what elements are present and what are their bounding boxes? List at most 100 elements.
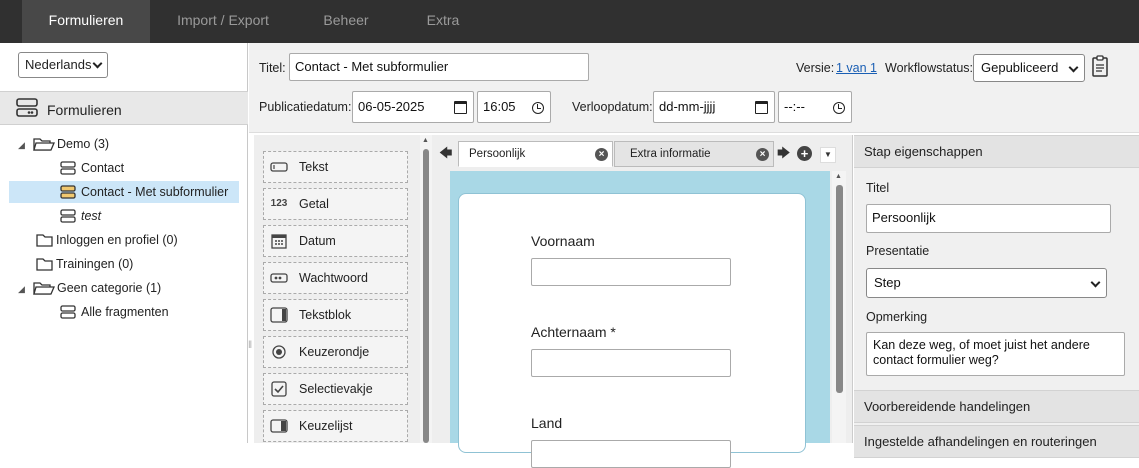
field-input-voornaam[interactable] <box>531 258 731 286</box>
tab-scroll-right-icon[interactable]: 🡆 <box>777 144 790 166</box>
clock-icon[interactable] <box>833 102 845 114</box>
nav-tab-formulieren[interactable]: Formulieren <box>22 0 150 43</box>
palette-item-wachtwoord[interactable]: Wachtwoord <box>263 262 408 294</box>
palette-item-label: Getal <box>299 197 329 211</box>
sidebar-header: Formulieren <box>0 91 248 125</box>
add-tab-icon[interactable]: + <box>797 146 812 161</box>
tab-scroll-left-icon[interactable]: 🡄 <box>439 144 452 166</box>
step-title-value: Persoonlijk <box>872 210 936 225</box>
tree-item-trainingen[interactable]: Trainingen (0) <box>35 253 235 275</box>
step-title-input[interactable]: Persoonlijk <box>866 204 1111 233</box>
text-field-icon <box>270 162 288 172</box>
tree-item-label: Alle fragmenten <box>81 305 169 319</box>
language-value: Nederlands <box>25 57 92 72</box>
form-canvas: Voornaam Achternaam * Land <box>450 171 830 468</box>
language-select[interactable]: Nederlands <box>18 52 108 78</box>
tree-item-label: Geen categorie (1) <box>57 281 162 295</box>
title-input[interactable]: Contact - Met subformulier <box>289 53 589 81</box>
section-afhandelingen-routeringen[interactable]: Ingestelde afhandelingen en routeringen <box>854 425 1139 458</box>
palette-item-tekstblok[interactable]: Tekstblok <box>263 299 408 331</box>
folder-icon <box>36 258 53 271</box>
field-label-land: Land <box>531 415 563 431</box>
close-tab-icon[interactable]: × <box>595 148 608 161</box>
title-input-value: Contact - Met subformulier <box>295 59 449 74</box>
text-block-icon <box>270 307 288 323</box>
palette-item-label: Tekstblok <box>299 308 352 322</box>
tree-item-alle-fragmenten[interactable]: Alle fragmenten <box>58 301 238 323</box>
expiry-date-input[interactable]: dd-mm-jjjj <box>653 91 775 123</box>
version-label: Versie: <box>796 61 835 75</box>
tree-item-label: Inloggen en profiel (0) <box>56 233 178 247</box>
folder-icon <box>36 234 53 247</box>
form-step-card: Voornaam Achternaam * Land <box>458 193 806 468</box>
remark-textarea[interactable]: Kan deze weg, of moet juist het andere c… <box>866 332 1125 376</box>
properties-panel: Stap eigenschappen Titel Persoonlijk Pre… <box>854 135 1139 458</box>
field-input-achternaam[interactable] <box>531 349 731 377</box>
tree-item-test[interactable]: test <box>58 205 238 227</box>
palette-item-label: Selectievakje <box>299 382 373 396</box>
presentation-label: Presentatie <box>866 244 930 258</box>
nav-tab-beheer[interactable]: Beheer <box>300 0 392 43</box>
palette-item-tekst[interactable]: Tekst <box>263 151 408 183</box>
form-icon <box>60 185 76 199</box>
chevron-down-icon <box>92 58 103 69</box>
tab-persoonlijk[interactable]: Persoonlijk × <box>458 141 613 167</box>
tab-extra-informatie[interactable]: Extra informatie × <box>614 141 774 167</box>
workflow-select[interactable]: Gepubliceerd <box>973 54 1085 82</box>
publication-date-input[interactable]: 06-05-2025 <box>352 91 474 123</box>
tree-item-contact-met-subformulier[interactable]: Contact - Met subformulier <box>9 181 239 203</box>
version-link[interactable]: 1 van 1 <box>836 61 877 75</box>
field-label-achternaam: Achternaam * <box>531 324 616 340</box>
form-editor: 🡄 Persoonlijk × Extra informatie × 🡆 + ▼… <box>432 135 853 468</box>
calendar-icon[interactable] <box>755 101 768 114</box>
publication-date-label: Publicatiedatum: <box>259 100 352 114</box>
tree-item-label: Contact - Met subformulier <box>81 185 229 199</box>
properties-header[interactable]: Stap eigenschappen <box>854 135 1139 168</box>
folder-open-icon <box>33 138 55 151</box>
workflow-value: Gepubliceerd <box>981 60 1059 75</box>
expand-arrow-icon[interactable]: ◢ <box>18 284 25 295</box>
nav-tab-extra[interactable]: Extra <box>400 0 486 43</box>
publication-time-value: 16:05 <box>483 99 516 114</box>
palette-item-label: Wachtwoord <box>299 271 369 285</box>
number-icon: 123 <box>270 198 288 209</box>
field-label-voornaam: Voornaam <box>531 233 595 249</box>
radio-icon <box>272 345 286 359</box>
tree-item-label: test <box>81 209 102 223</box>
close-tab-icon[interactable]: × <box>756 148 769 161</box>
tree-item-demo[interactable]: Demo (3) <box>33 133 233 155</box>
presentation-select[interactable]: Step <box>866 268 1107 298</box>
expiry-date-label: Verloopdatum: <box>572 100 653 114</box>
publication-time-input[interactable]: 16:05 <box>477 91 551 123</box>
tree-item-label: Trainingen (0) <box>56 257 134 271</box>
form-icon <box>60 305 76 319</box>
tree-item-contact[interactable]: Contact <box>58 157 238 179</box>
tree-item-label: Contact <box>81 161 125 175</box>
section-voorbereidende-handelingen[interactable]: Voorbereidende handelingen <box>854 390 1139 423</box>
tab-label: Extra informatie <box>630 148 711 160</box>
palette-item-datum[interactable]: Datum <box>263 225 408 257</box>
title-label: Titel: <box>259 61 286 75</box>
chevron-down-icon <box>1068 62 1079 73</box>
canvas-scrollbar[interactable]: ▲ <box>832 171 846 443</box>
palette-scrollbar[interactable]: ▲ <box>420 135 432 443</box>
tree-item-inloggen[interactable]: Inloggen en profiel (0) <box>35 229 235 251</box>
expiry-time-input[interactable]: --:-- <box>778 91 852 123</box>
expand-arrow-icon[interactable]: ◢ <box>18 140 25 151</box>
palette-item-keuzerondje[interactable]: Keuzerondje <box>263 336 408 368</box>
calendar-icon[interactable] <box>454 101 467 114</box>
password-icon <box>270 273 288 283</box>
clipboard-icon[interactable] <box>1092 55 1108 77</box>
clock-icon[interactable] <box>532 102 544 114</box>
tree-item-geen-categorie[interactable]: Geen categorie (1) <box>33 277 233 299</box>
field-input-land[interactable] <box>531 440 731 468</box>
nav-tab-import-export[interactable]: Import / Export <box>160 0 286 43</box>
palette-item-selectievakje[interactable]: Selectievakje <box>263 373 408 405</box>
palette-item-label: Tekst <box>299 160 329 174</box>
tab-menu-icon[interactable]: ▼ <box>820 147 836 163</box>
tree-item-label: Demo (3) <box>57 137 110 151</box>
palette-item-keuzelijst[interactable]: Keuzelijst <box>263 410 408 442</box>
palette-item-getal[interactable]: 123 Getal <box>263 188 408 220</box>
tab-label: Persoonlijk <box>469 148 526 160</box>
checkbox-icon <box>271 381 287 397</box>
